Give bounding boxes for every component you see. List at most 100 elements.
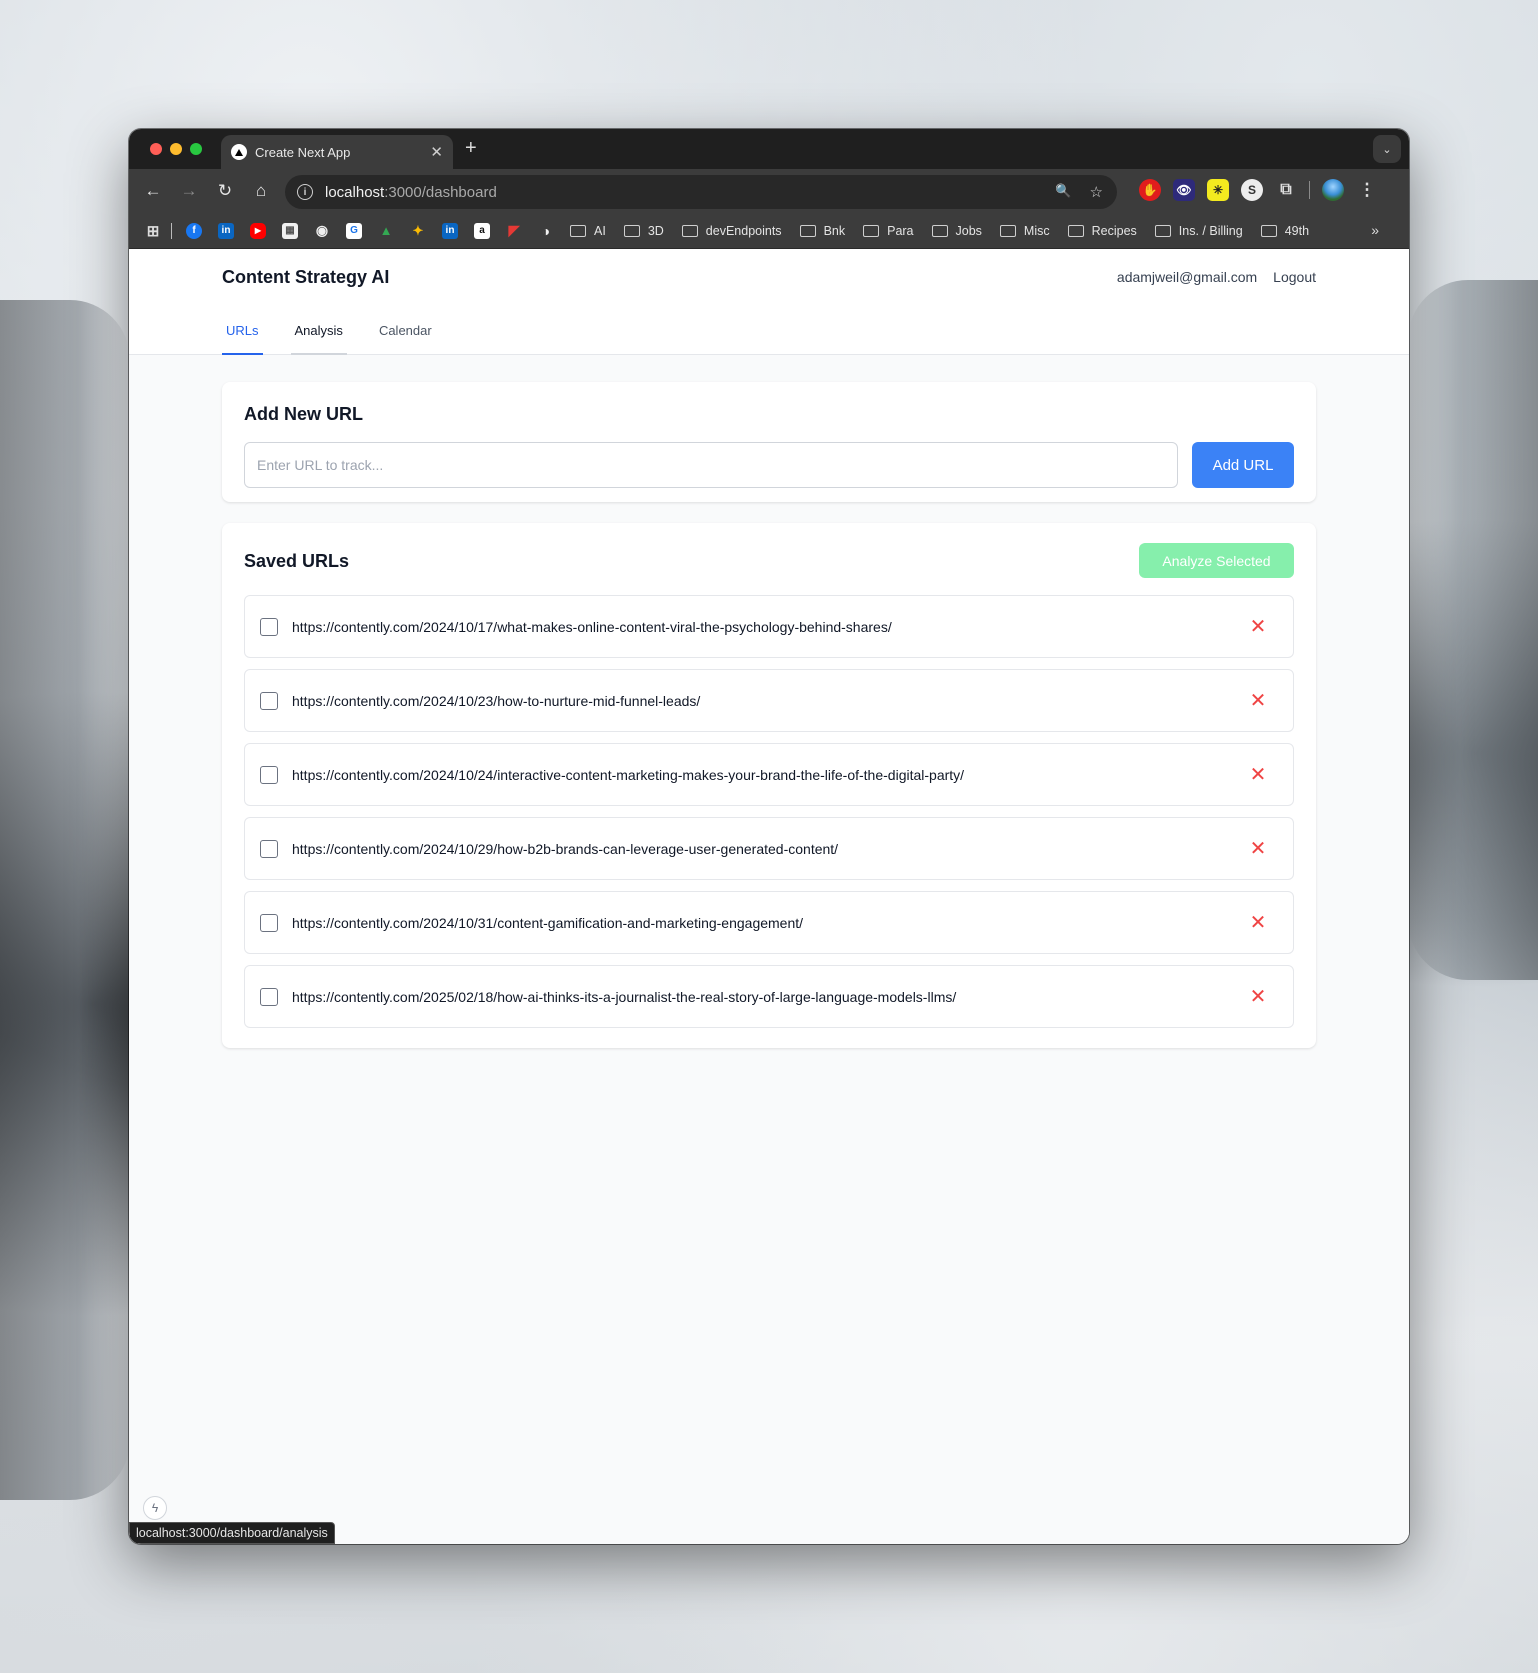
bookmark-folder-ai[interactable]: AI [570, 224, 606, 238]
url-checkbox[interactable] [260, 617, 278, 636]
url-list-item: https://contently.com/2024/10/29/how-b2b… [244, 817, 1294, 880]
folder-label: Para [887, 223, 914, 238]
app-header: Content Strategy AI adamjweil@gmail.com … [129, 249, 1409, 355]
extension-hand-icon[interactable]: ✋ [1139, 179, 1161, 201]
home-icon[interactable]: ⌂ [243, 181, 279, 201]
linkedin-icon[interactable]: in [218, 222, 234, 239]
tab-search-button[interactable]: ⌄ [1373, 135, 1401, 163]
url-checkbox[interactable] [260, 913, 278, 932]
nextjs-dev-indicator-icon[interactable]: ϟ [143, 1496, 167, 1520]
browser-window: Create Next App ✕ + ⌄ ← → ↻ ⌂ i localhos… [129, 129, 1409, 1544]
forward-icon[interactable]: → [171, 181, 207, 201]
apps-grid-icon[interactable]: ⊞ [145, 223, 161, 240]
delete-url-icon[interactable]: ✕ [1246, 688, 1270, 713]
url-checkbox[interactable] [260, 691, 278, 710]
url-text: https://contently.com/2025/02/18/how-ai-… [292, 988, 957, 1005]
site-info-icon[interactable]: i [297, 184, 313, 200]
extension-s-icon[interactable]: S [1241, 179, 1263, 201]
bookmark-folder-3d[interactable]: 3D [623, 223, 664, 238]
bookmark-folder-devendpoints[interactable]: devEndpoints [681, 224, 782, 238]
user-email: adamjweil@gmail.com [1116, 269, 1258, 285]
facebook-icon[interactable]: f [186, 222, 202, 239]
delete-url-icon[interactable]: ✕ [1246, 762, 1270, 787]
main-tabs: URLs Analysis Calendar [222, 323, 436, 355]
url-checkbox[interactable] [260, 987, 278, 1006]
folder-icon [931, 224, 948, 237]
url-list-item: https://contently.com/2024/10/23/how-to-… [244, 669, 1294, 732]
bookmark-folder-para[interactable]: Para [863, 223, 914, 238]
url-list-item: https://contently.com/2024/10/24/interac… [244, 743, 1294, 806]
bookmark-star-icon[interactable]: ☆ [1090, 183, 1103, 201]
browser-menu-icon[interactable]: ⋮ [1356, 179, 1378, 201]
address-bar[interactable]: i localhost :3000/dashboard 🔍 ☆ [285, 175, 1117, 209]
folder-icon [681, 224, 698, 237]
profile-avatar[interactable] [1322, 179, 1344, 201]
google-drive-icon[interactable]: ▲ [378, 223, 394, 239]
nextjs-favicon-icon [231, 144, 247, 160]
tab-title: Create Next App [255, 144, 351, 160]
bookmark-folder-49th[interactable]: 49th [1260, 223, 1310, 238]
extensions-puzzle-icon[interactable]: ⧉ [1275, 179, 1297, 201]
saved-urls-card: Saved URLs Analyze Selected https://cont… [222, 523, 1316, 1048]
zoom-icon[interactable]: 🔍 [1055, 183, 1071, 201]
background-rock-right [1408, 280, 1538, 980]
folder-icon [863, 224, 880, 237]
github-icon[interactable]: ◉ [314, 222, 330, 239]
folder-icon [799, 224, 816, 237]
google-calendar-icon[interactable]: G [346, 222, 362, 239]
logout-button[interactable]: Logout [1273, 269, 1316, 285]
maximize-window-button[interactable] [190, 143, 202, 155]
bookmark-folder-jobs[interactable]: Jobs [931, 223, 982, 238]
url-checkbox[interactable] [260, 765, 278, 784]
tab-urls[interactable]: URLs [222, 323, 263, 355]
delete-url-icon[interactable]: ✕ [1246, 984, 1270, 1009]
folder-label: Recipes [1091, 223, 1137, 238]
tab-calendar[interactable]: Calendar [375, 323, 436, 355]
youtube-icon[interactable]: ▶ [250, 222, 266, 239]
bookmark-folder-misc[interactable]: Misc [999, 224, 1050, 238]
delete-url-icon[interactable]: ✕ [1246, 836, 1270, 861]
folder-label: 3D [647, 223, 664, 238]
folder-label: 49th [1284, 223, 1310, 238]
photos-icon[interactable]: ✦ [410, 223, 426, 239]
link-status-bar: localhost:3000/dashboard/analysis [129, 1522, 335, 1544]
bookmarks-bar: ⊞ f in ▶ ▦ ◉ G ▲ ✦ in a ◤ ◑ AI 3D devEnd… [129, 213, 1409, 249]
add-url-button[interactable]: Add URL [1192, 442, 1294, 488]
bookmark-folder-recipes[interactable]: Recipes [1067, 223, 1137, 238]
add-url-card: Add New URL Add URL [222, 382, 1316, 502]
url-text: https://contently.com/2024/10/17/what-ma… [292, 618, 892, 635]
bookmark-folder-ins-billing[interactable]: Ins. / Billing [1154, 224, 1243, 238]
background-rock-left [0, 300, 130, 1500]
url-input[interactable] [244, 442, 1178, 488]
folder-label: Bnk [823, 223, 846, 238]
minimize-window-button[interactable] [170, 143, 182, 155]
back-icon[interactable]: ← [135, 181, 171, 201]
url-checkbox[interactable] [260, 839, 278, 858]
extensions-area: ✋ 👁 ✳ S ⧉ ⋮ [1139, 179, 1378, 201]
linkedin-icon-2[interactable]: in [442, 222, 458, 239]
extension-sparkle-icon[interactable]: ✳ [1207, 179, 1229, 201]
tab-close-icon[interactable]: ✕ [430, 143, 443, 161]
globe-bookmark-icon[interactable]: ◑ [538, 223, 554, 239]
bookmark-folder-bnk[interactable]: Bnk [799, 223, 846, 238]
folder-label: Jobs [955, 223, 982, 238]
saved-urls-title: Saved URLs [244, 551, 350, 571]
toolbar-divider [1309, 181, 1310, 199]
analyze-selected-button[interactable]: Analyze Selected [1139, 543, 1294, 578]
close-window-button[interactable] [150, 143, 162, 155]
amazon-icon[interactable]: a [474, 222, 490, 239]
calendar-bookmark-icon[interactable]: ▦ [282, 222, 298, 239]
new-tab-button[interactable]: + [465, 137, 477, 160]
browser-tab[interactable]: Create Next App ✕ [221, 135, 453, 169]
flag-bookmark-icon[interactable]: ◤ [506, 222, 522, 239]
folder-icon [1067, 224, 1084, 237]
extension-eye-icon[interactable]: 👁 [1173, 179, 1195, 201]
delete-url-icon[interactable]: ✕ [1246, 910, 1270, 935]
reload-icon[interactable]: ↻ [207, 181, 243, 201]
tab-analysis[interactable]: Analysis [290, 323, 347, 355]
bookmarks-overflow-icon[interactable]: » [1371, 222, 1379, 238]
delete-url-icon[interactable]: ✕ [1246, 614, 1270, 639]
app-title: Content Strategy AI [222, 267, 390, 287]
url-text: https://contently.com/2024/10/29/how-b2b… [292, 840, 839, 857]
folder-icon [1260, 224, 1277, 237]
